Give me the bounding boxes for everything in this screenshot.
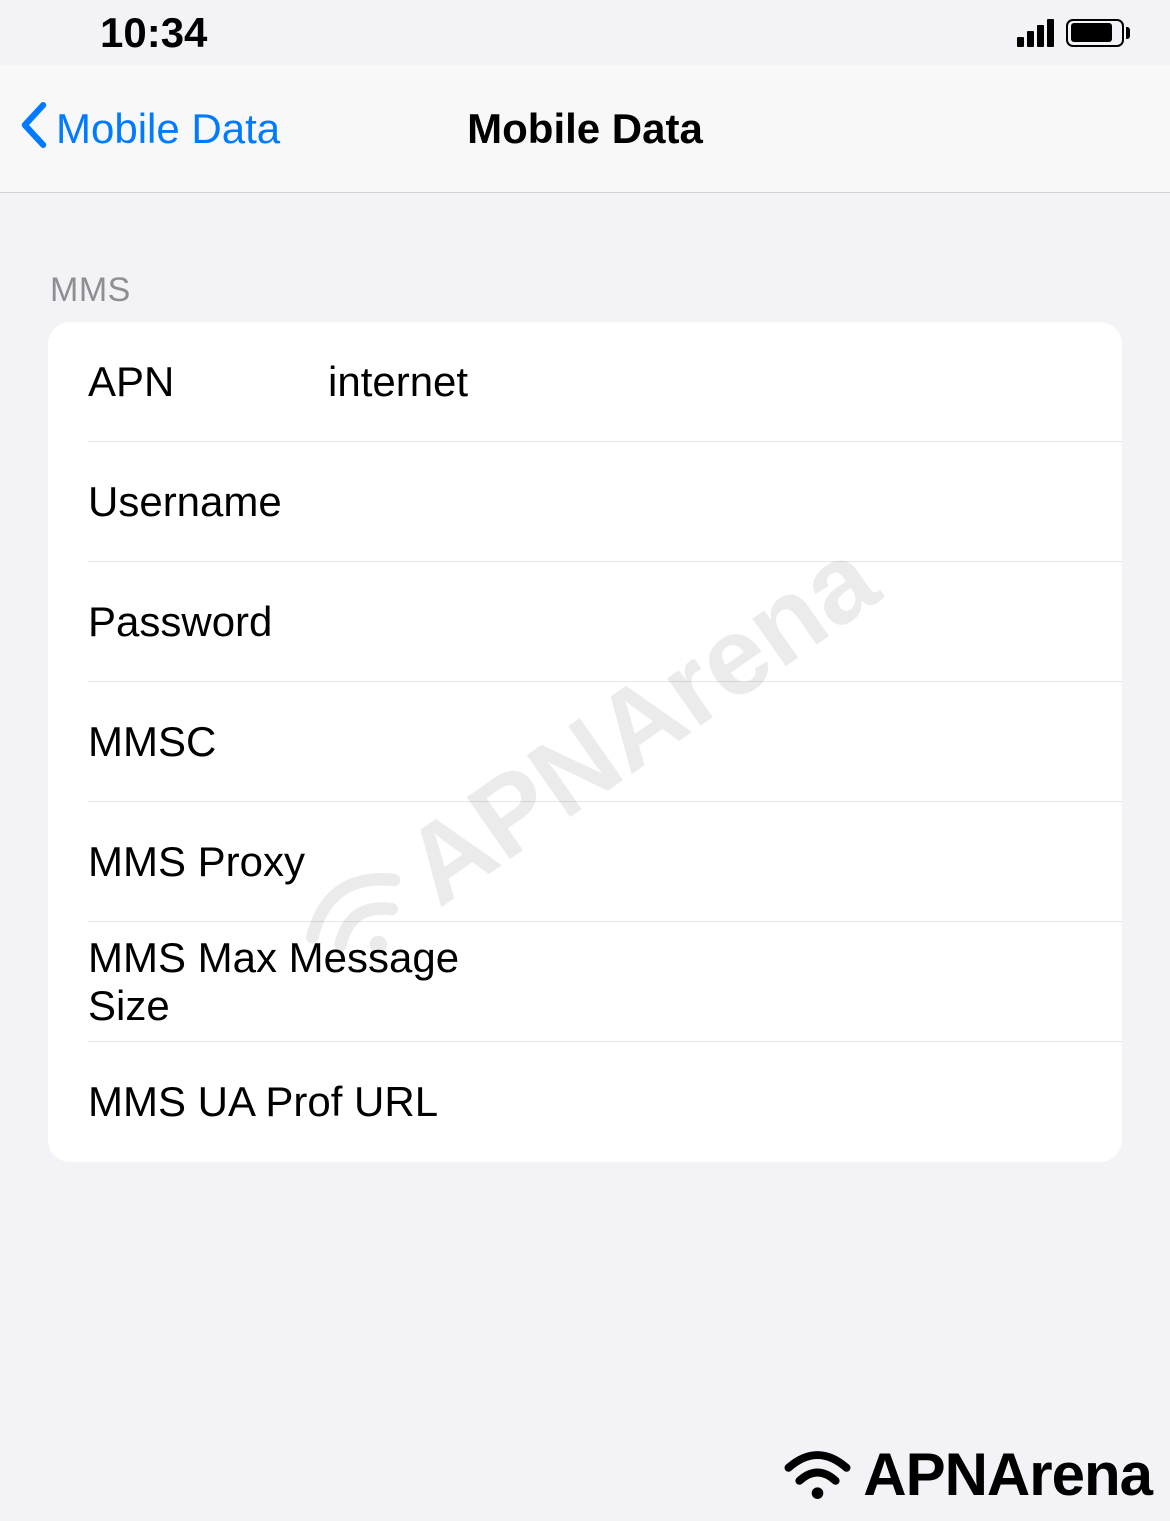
navigation-bar: Mobile Data Mobile Data <box>0 65 1170 193</box>
row-mms-proxy[interactable]: MMS Proxy <box>48 802 1122 922</box>
row-apn[interactable]: APN <box>48 322 1122 442</box>
row-password[interactable]: Password <box>48 562 1122 682</box>
row-mms-ua-prof[interactable]: MMS UA Prof URL <box>48 1042 1122 1162</box>
battery-icon <box>1066 19 1130 47</box>
content-area: MMS APN Username Password MMSC MMS Proxy… <box>0 193 1170 1162</box>
password-input[interactable] <box>328 598 1082 646</box>
row-mmsc[interactable]: MMSC <box>48 682 1122 802</box>
mms-ua-prof-input[interactable] <box>541 1078 1082 1126</box>
section-header-mms: MMS <box>48 193 1122 322</box>
mmsc-input[interactable] <box>328 718 1082 766</box>
back-button[interactable]: Mobile Data <box>20 102 280 156</box>
status-time: 10:34 <box>100 9 207 57</box>
mms-proxy-input[interactable] <box>541 838 1082 886</box>
page-title: Mobile Data <box>467 105 703 153</box>
settings-group: APN Username Password MMSC MMS Proxy MMS… <box>48 322 1122 1162</box>
footer-brand-text: APNArena <box>863 1440 1152 1509</box>
row-mms-max-size[interactable]: MMS Max Message Size <box>48 922 1122 1042</box>
row-username[interactable]: Username <box>48 442 1122 562</box>
status-indicators <box>1017 19 1130 47</box>
row-label: APN <box>88 358 328 406</box>
row-label: MMS Proxy <box>88 838 541 886</box>
status-bar: 10:34 <box>0 0 1170 65</box>
row-label: MMS Max Message Size <box>88 934 541 1030</box>
row-label: Password <box>88 598 328 646</box>
apn-input[interactable] <box>328 358 1082 406</box>
chevron-left-icon <box>20 102 48 156</box>
footer-brand: APNArena <box>770 1430 1170 1521</box>
back-label: Mobile Data <box>56 105 280 153</box>
mms-max-size-input[interactable] <box>541 958 1082 1006</box>
row-label: Username <box>88 478 328 526</box>
row-label: MMS UA Prof URL <box>88 1078 541 1126</box>
cellular-signal-icon <box>1017 19 1054 47</box>
username-input[interactable] <box>328 478 1082 526</box>
row-label: MMSC <box>88 718 328 766</box>
wifi-icon <box>780 1446 855 1504</box>
